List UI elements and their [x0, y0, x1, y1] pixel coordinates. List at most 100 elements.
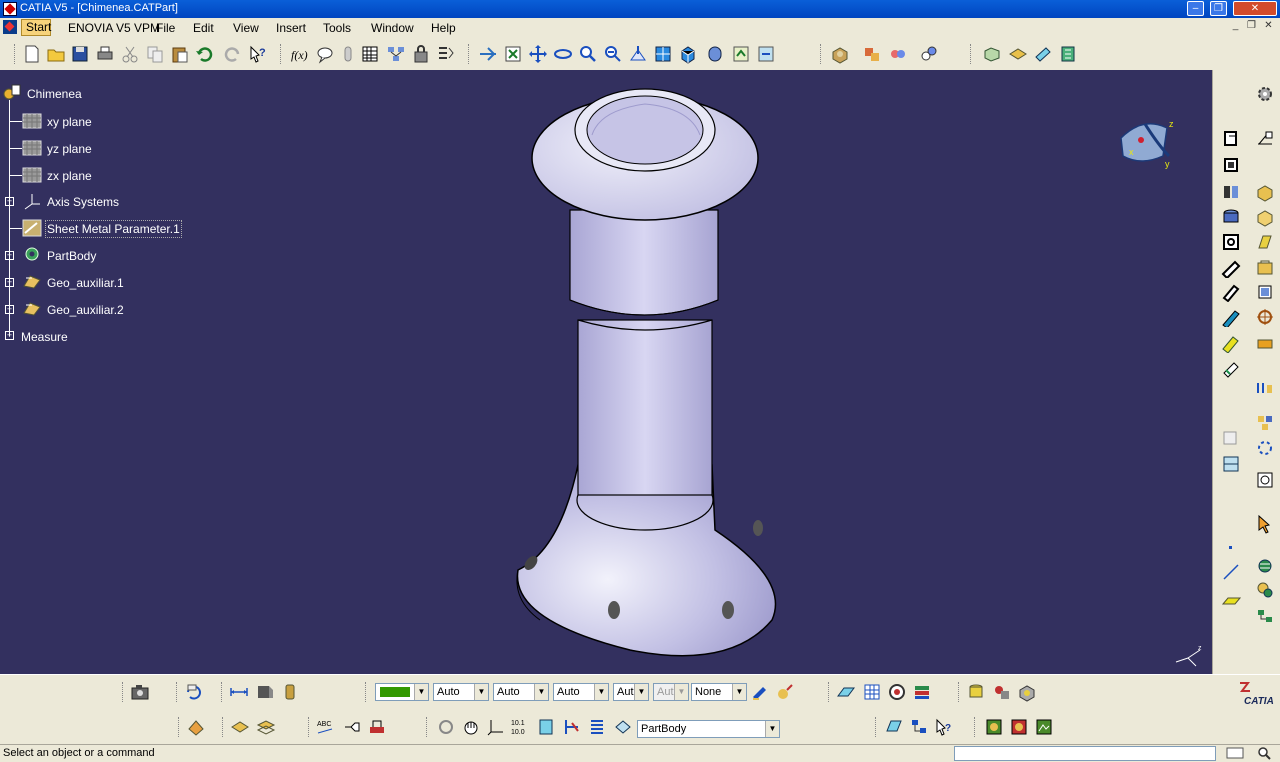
axis-snap-icon[interactable] — [486, 717, 506, 737]
menu-tools[interactable]: Tools — [323, 21, 351, 35]
stiffener-icon[interactable] — [1221, 307, 1241, 327]
open-icon[interactable] — [46, 44, 66, 64]
point-symbol-select[interactable]: Aut ▼ — [613, 683, 649, 701]
pad-icon[interactable] — [1221, 128, 1241, 148]
toolbar-grip[interactable] — [468, 44, 472, 64]
toolbar-grip[interactable] — [14, 44, 18, 64]
list-icon[interactable] — [587, 717, 607, 737]
tree-item-sheet-metal-parameter[interactable]: Sheet Metal Parameter.1 — [45, 220, 182, 238]
iso-view-icon[interactable] — [678, 44, 698, 64]
plane-icon[interactable] — [22, 112, 42, 130]
zoom-in-icon[interactable] — [578, 44, 598, 64]
toolbar-grip[interactable] — [426, 717, 430, 737]
parameter-icon[interactable] — [338, 44, 358, 64]
select-cursor-icon[interactable] — [1255, 514, 1275, 534]
3d-viewport[interactable]: Chimenea xy plane yz plane zx plane + Ax… — [0, 70, 1212, 674]
document-icon[interactable] — [3, 20, 17, 34]
format-painter-icon[interactable] — [750, 682, 770, 702]
compass-widget[interactable]: x y z — [1113, 116, 1179, 174]
menu-window[interactable]: Window — [371, 21, 414, 35]
copy-icon[interactable] — [145, 44, 165, 64]
remove-face-icon[interactable] — [1255, 333, 1275, 353]
tree-item-yz-plane[interactable]: yz plane — [47, 142, 92, 156]
command-input[interactable] — [954, 746, 1216, 761]
instantiate-icon[interactable] — [1017, 682, 1037, 702]
pile-up-icon[interactable] — [912, 682, 932, 702]
thread-icon[interactable] — [1255, 307, 1275, 327]
toolbar-grip[interactable] — [970, 44, 974, 64]
tree-item-partbody[interactable]: PartBody — [47, 249, 96, 263]
layer-select[interactable]: None ▼ — [691, 683, 747, 701]
restore-button[interactable]: ❐ — [1210, 1, 1227, 16]
line-type-select[interactable]: Auto ▼ — [433, 683, 489, 701]
line-icon[interactable] — [1221, 562, 1241, 582]
tree-item-measure[interactable]: Measure — [21, 330, 68, 344]
line-weight-select[interactable]: Auto ▼ — [553, 683, 609, 701]
doc-minimize-button[interactable]: _ — [1228, 20, 1243, 34]
expand-toggle[interactable]: + — [5, 305, 14, 314]
expand-toggle[interactable]: + — [5, 251, 14, 260]
assembly-icon[interactable] — [862, 44, 882, 64]
toolbar-grip[interactable] — [958, 682, 962, 702]
undo-icon[interactable] — [195, 44, 215, 64]
translate-icon[interactable] — [1221, 454, 1241, 474]
graphic-properties-icon[interactable] — [775, 682, 795, 702]
component-icon[interactable] — [1255, 606, 1275, 626]
help-cursor-icon[interactable]: ? — [934, 717, 954, 737]
analysis-icon[interactable] — [919, 44, 939, 64]
fly-mode-icon[interactable] — [478, 44, 498, 64]
minimize-button[interactable]: – — [1187, 1, 1204, 16]
expand-toggle[interactable]: + — [5, 197, 14, 206]
menu-view[interactable]: View — [233, 21, 259, 35]
3d-support-icon[interactable] — [836, 682, 856, 702]
define-in-work-icon[interactable] — [186, 717, 206, 737]
design-table-icon[interactable] — [436, 44, 456, 64]
multi-view-icon[interactable] — [653, 44, 673, 64]
new-icon[interactable] — [22, 44, 42, 64]
scene-icon[interactable] — [1034, 717, 1054, 737]
formula-icon[interactable]: f(x) — [290, 44, 310, 64]
ratio-icon[interactable]: 10.1 10.0 — [510, 717, 530, 737]
toolbar-grip[interactable] — [178, 717, 182, 737]
menu-start[interactable]: Start — [21, 19, 51, 36]
pattern-icon[interactable] — [1255, 413, 1275, 433]
geometric-set-icon[interactable] — [22, 299, 42, 317]
axis-system-icon[interactable] — [22, 192, 42, 210]
chimenea-part-model[interactable] — [500, 80, 800, 670]
save-icon[interactable] — [70, 44, 90, 64]
shell-icon[interactable] — [1255, 258, 1275, 278]
knowledge-icon[interactable] — [386, 44, 406, 64]
product-structure-icon[interactable] — [992, 682, 1012, 702]
fillet-icon[interactable] — [1255, 182, 1275, 202]
tree-item-zx-plane[interactable]: zx plane — [47, 169, 92, 183]
close-button[interactable]: ✕ — [1233, 1, 1277, 16]
hide-show-icon[interactable] — [731, 44, 751, 64]
boolean-icon[interactable] — [1255, 470, 1275, 490]
work-on-support-icon[interactable] — [536, 717, 556, 737]
split-icon[interactable] — [1221, 358, 1241, 378]
whats-this-icon[interactable]: ? — [248, 44, 268, 64]
shading-icon[interactable] — [705, 44, 725, 64]
grid-icon[interactable] — [862, 682, 882, 702]
sketch-icon[interactable] — [1255, 128, 1275, 148]
expand-toggle[interactable]: + — [5, 278, 14, 287]
pocket-icon[interactable] — [1221, 155, 1241, 175]
command-history-icon[interactable] — [1225, 745, 1245, 761]
menu-edit[interactable]: Edit — [193, 21, 214, 35]
redo-icon[interactable] — [222, 44, 242, 64]
catalog-icon[interactable] — [1255, 556, 1275, 576]
menu-enovia[interactable]: ENOVIA V5 VPM — [68, 21, 160, 35]
unfold-icon[interactable] — [1058, 44, 1078, 64]
search-icon[interactable] — [1255, 745, 1275, 761]
sheet-metal-icon[interactable] — [982, 44, 1002, 64]
chamfer-icon[interactable] — [1255, 207, 1275, 227]
plane-icon[interactable] — [1221, 590, 1241, 610]
reference-icon[interactable] — [1255, 580, 1275, 600]
render-icon[interactable] — [1009, 717, 1029, 737]
pan-icon[interactable] — [528, 44, 548, 64]
measure-inertia-icon[interactable] — [280, 682, 300, 702]
measure-item-icon[interactable] — [255, 682, 275, 702]
thickness-icon[interactable] — [1255, 282, 1275, 302]
sheet-metal-param-icon[interactable] — [22, 219, 42, 237]
work-object-icon[interactable] — [613, 717, 633, 737]
